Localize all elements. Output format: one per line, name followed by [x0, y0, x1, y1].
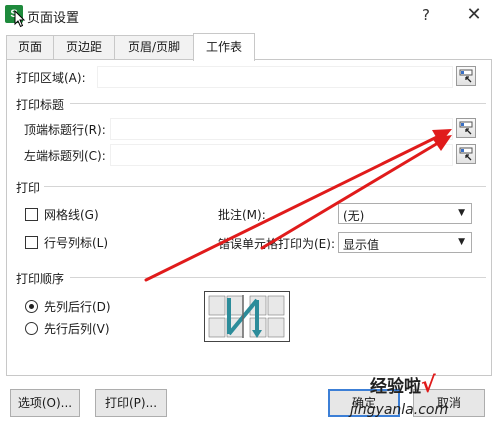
title-bar: S 页面设置 ? ✕	[0, 0, 500, 30]
range-select-icon	[459, 147, 473, 161]
print-titles-group-label: 打印标题	[16, 98, 65, 112]
print-group-label: 打印	[16, 181, 41, 195]
options-button[interactable]: 选项(O)...	[10, 389, 80, 417]
print-area-label: 打印区域(A):	[16, 71, 86, 85]
top-rows-input[interactable]	[110, 118, 453, 140]
down-then-over-radio[interactable]	[25, 300, 38, 313]
mouse-cursor-icon	[14, 10, 26, 28]
tab-margins[interactable]: 页边距	[53, 35, 115, 60]
print-titles-divider	[70, 103, 486, 104]
print-area-input[interactable]	[97, 66, 453, 88]
comments-label: 批注(M):	[218, 208, 266, 222]
errors-selected-value: 显示值	[343, 238, 380, 252]
errors-label: 错误单元格打印为(E):	[218, 237, 335, 251]
row-col-headers-checkbox[interactable]	[25, 236, 38, 249]
down-then-over-label: 先列后行(D)	[44, 300, 111, 314]
watermark-text: 经验啦√	[370, 373, 436, 398]
gridlines-checkbox[interactable]	[25, 208, 38, 221]
left-cols-input[interactable]	[110, 144, 453, 166]
print-divider	[44, 186, 486, 187]
page-order-group-label: 打印顺序	[16, 272, 65, 286]
row-col-headers-label: 行号列标(L)	[44, 236, 109, 250]
page-order-preview-image	[204, 291, 290, 342]
tab-header-footer[interactable]: 页眉/页脚	[114, 35, 194, 60]
left-cols-label: 左端标题列(C):	[24, 149, 106, 163]
comments-selected-value: (无)	[343, 209, 365, 223]
range-select-icon	[459, 121, 473, 135]
errors-select[interactable]: 显示值 ▼	[338, 232, 472, 253]
range-select-icon	[459, 69, 473, 83]
help-button[interactable]: ?	[413, 4, 439, 26]
over-then-down-radio[interactable]	[25, 322, 38, 335]
tab-sheet[interactable]: 工作表	[193, 33, 255, 61]
watermark-url: jingyanla.com	[350, 402, 449, 418]
close-button[interactable]: ✕	[461, 4, 487, 26]
top-rows-label: 顶端标题行(R):	[24, 123, 106, 137]
print-button[interactable]: 打印(P)...	[95, 389, 167, 417]
top-rows-ref-button[interactable]	[456, 118, 476, 138]
window-title: 页面设置	[27, 11, 80, 26]
left-cols-ref-button[interactable]	[456, 144, 476, 164]
over-then-down-label: 先行后列(V)	[44, 322, 110, 336]
page-order-divider	[70, 277, 486, 278]
tab-page[interactable]: 页面	[6, 35, 54, 60]
comments-select[interactable]: (无) ▼	[338, 203, 472, 224]
chevron-down-icon: ▼	[458, 237, 465, 247]
chevron-down-icon: ▼	[458, 208, 465, 218]
print-area-ref-button[interactable]	[456, 66, 476, 86]
gridlines-label: 网格线(G)	[44, 208, 99, 222]
